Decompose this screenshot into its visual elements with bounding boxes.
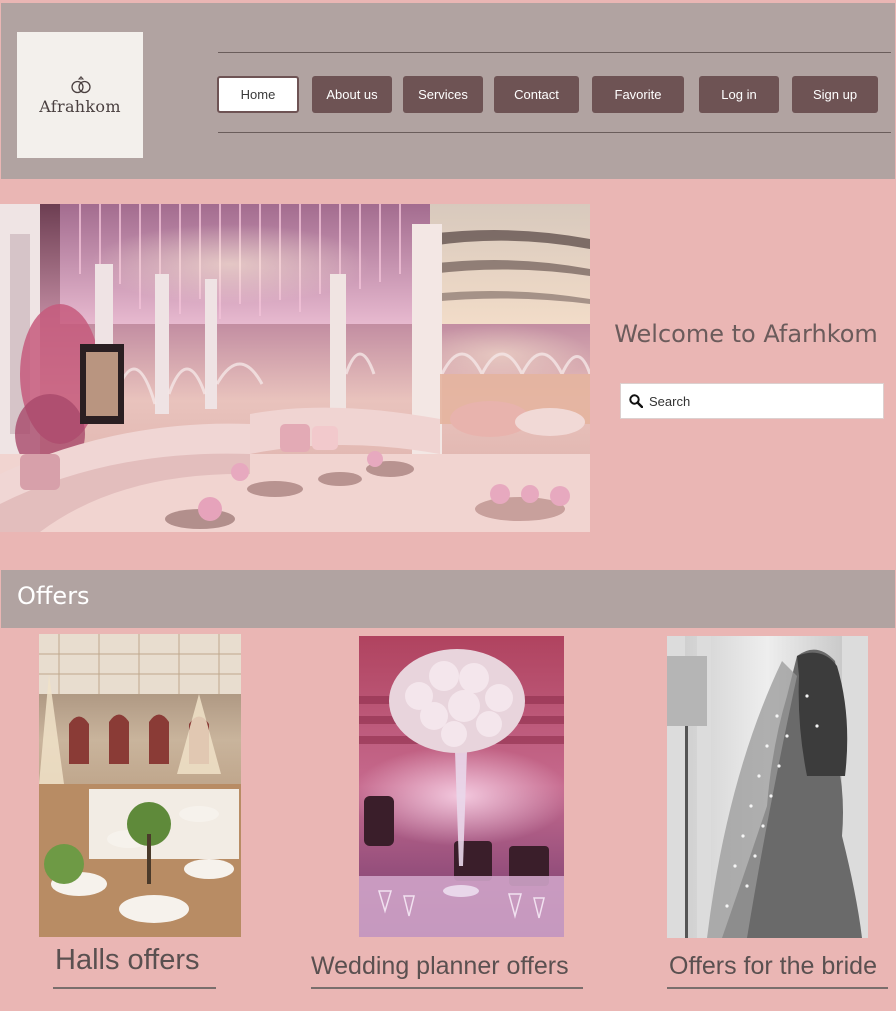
halls-offer-image[interactable]: [39, 634, 241, 937]
halls-offers-link[interactable]: Halls offers: [55, 944, 200, 977]
rings-icon: [71, 76, 91, 94]
wedding-planner-offer-image[interactable]: [359, 636, 564, 937]
page: Afrahkom Home About us Services Contact …: [0, 0, 896, 1011]
wedding-planner-offers-link[interactable]: Wedding planner offers: [311, 952, 569, 981]
logo-text: Afrahkom: [39, 97, 121, 116]
search-box[interactable]: [620, 383, 884, 419]
wedding-planner-offers-underline: [311, 987, 583, 989]
halls-offers-underline: [53, 987, 216, 989]
nav-contact-button[interactable]: Contact: [494, 76, 579, 113]
bride-offers-underline: [667, 987, 888, 989]
bride-offer-image[interactable]: [667, 636, 868, 938]
nav-about-button[interactable]: About us: [312, 76, 392, 113]
site-header: Afrahkom Home About us Services Contact …: [1, 3, 895, 179]
nav-divider-bottom: [218, 132, 891, 133]
nav-home-button[interactable]: Home: [217, 76, 299, 113]
hero-hall-image: [0, 204, 590, 532]
nav-login-button[interactable]: Log in: [699, 76, 779, 113]
offers-title: Offers: [17, 582, 90, 610]
logo[interactable]: Afrahkom: [17, 32, 143, 158]
nav-favorite-button[interactable]: Favorite: [592, 76, 684, 113]
nav-signup-button[interactable]: Sign up: [792, 76, 878, 113]
offers-header-bar: Offers: [1, 570, 895, 628]
search-input[interactable]: [649, 393, 869, 409]
bride-offers-link[interactable]: Offers for the bride: [669, 952, 877, 981]
search-icon: [629, 394, 643, 408]
welcome-heading: Welcome to Afarhkom: [614, 320, 878, 348]
nav-services-button[interactable]: Services: [403, 76, 483, 113]
nav-divider-top: [218, 52, 891, 53]
